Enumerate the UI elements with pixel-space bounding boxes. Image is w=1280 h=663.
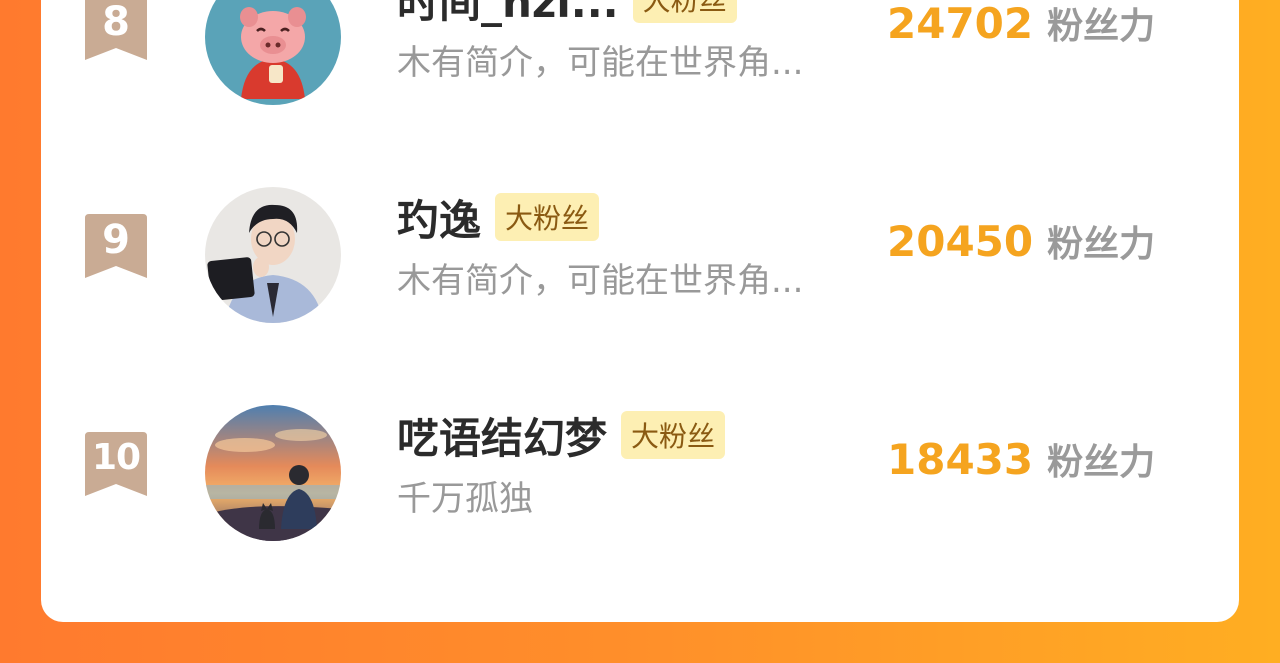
user-name[interactable]: 时间_hzl... [397, 0, 619, 30]
ranking-card: 8 时间_hzl... 大粉丝 木有简介，可能在世界角... 24702 粉丝力… [41, 0, 1239, 622]
rank-ribbon-icon: 8 [85, 0, 147, 60]
fan-level-badge: 大粉丝 [632, 0, 737, 23]
user-name[interactable]: 呓语结幻梦 [397, 405, 607, 466]
user-name[interactable]: 玓逸 [397, 187, 481, 248]
user-bio: 木有简介，可能在世界角... [397, 261, 804, 301]
man-with-glasses-avatar-icon [205, 187, 341, 323]
fan-level-badge: 大粉丝 [621, 411, 726, 459]
user-bio: 千万孤独 [397, 479, 533, 519]
rank-ribbon-icon: 9 [85, 214, 147, 278]
fan-power-unit: 粉丝力 [1047, 442, 1156, 483]
ranking-row-8[interactable]: 8 时间_hzl... 大粉丝 木有简介，可能在世界角... 24702 粉丝力 [41, 0, 1239, 105]
user-bio: 木有简介，可能在世界角... [397, 43, 804, 83]
fan-power-unit: 粉丝力 [1047, 224, 1156, 265]
fan-power-unit: 粉丝力 [1047, 6, 1156, 47]
rank-number: 8 [102, 0, 130, 45]
rank-ribbon-icon: 10 [85, 432, 147, 496]
avatar[interactable] [205, 405, 341, 541]
fan-level-badge: 大粉丝 [495, 193, 600, 241]
avatar[interactable] [205, 0, 341, 105]
ranking-row-9[interactable]: 9 玓逸 大粉丝 木有简介，可能在世界角... 20450 粉丝力 [41, 165, 1239, 323]
ranking-row-10[interactable]: 10 呓语结幻梦 大粉丝 千万孤独 18433 粉丝力 [41, 383, 1239, 541]
fan-power-value: 18433 [887, 435, 1034, 484]
fan-power-value: 20450 [887, 217, 1034, 266]
sunset-boy-cat-avatar-icon [205, 405, 341, 541]
rank-number: 10 [91, 437, 141, 478]
avatar[interactable] [205, 187, 341, 323]
rank-number: 9 [102, 217, 130, 263]
pig-cartoon-avatar-icon [205, 0, 341, 105]
fan-power-value: 24702 [887, 0, 1034, 48]
